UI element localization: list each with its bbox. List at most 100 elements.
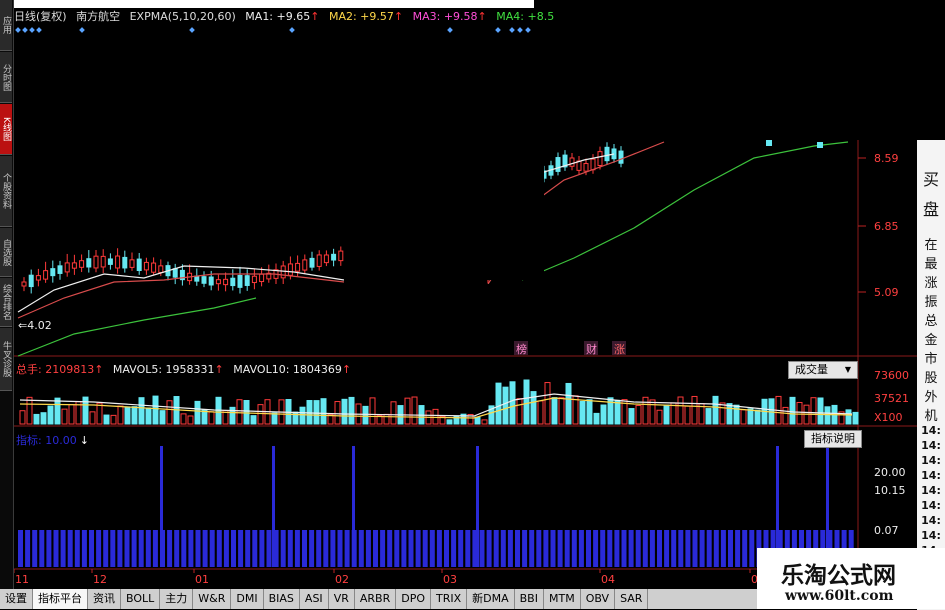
volume-bar (600, 404, 607, 425)
volume-bar (593, 412, 600, 425)
right-panel-label: 机 (924, 409, 938, 424)
sidebar-tab[interactable]: 综合排名 (0, 278, 12, 327)
indicator-bar (387, 530, 393, 567)
bottom-tab[interactable]: SAR (615, 589, 649, 609)
sidebar-tab[interactable]: K线图 (0, 104, 12, 155)
top-toolbar-strip (14, 0, 534, 8)
volume-bar (236, 399, 243, 425)
bottom-tab[interactable]: 新DMA (467, 589, 515, 609)
bottom-tab[interactable]: W&R (193, 589, 232, 609)
volume-bar (369, 397, 376, 425)
candle-body (79, 260, 85, 268)
total-volume-label: 总手: 2109813 (16, 363, 95, 376)
bottom-tab[interactable]: DPO (396, 589, 431, 609)
event-marker: 涨 (614, 343, 625, 356)
sidebar-tab[interactable]: 分时图 (0, 52, 12, 103)
right-panel-time: 14: (921, 514, 941, 527)
indicator-bar (586, 530, 591, 567)
indicator-bar (664, 530, 670, 567)
event-marker: 榜 (516, 342, 527, 356)
occluded-region (269, 284, 689, 298)
bottom-tab[interactable]: 资讯 (88, 589, 121, 609)
bottom-tab[interactable]: BIAS (264, 589, 300, 609)
indicator-bar (436, 530, 442, 567)
sidebar-tab[interactable]: 个股资料 (0, 156, 12, 227)
indicator-help-button[interactable]: 指标说明 (804, 430, 862, 448)
volume-bar (54, 397, 61, 425)
bottom-tab[interactable]: ARBR (355, 589, 397, 609)
candle-body (287, 263, 293, 276)
indicator-value-label: 指标: 10.00 (16, 434, 77, 447)
volume-bar (432, 408, 439, 425)
right-panel-time: 14: (921, 529, 941, 542)
volume-bar (614, 399, 621, 425)
indicator-bar (216, 530, 222, 567)
indicator-bar (74, 530, 80, 567)
indicator-bar (259, 530, 265, 567)
volume-legend: 总手: 2109813↑ MAVOL5: 1958331↑ MAVOL10: 1… (16, 363, 352, 376)
bottom-tab[interactable]: BBI (515, 589, 544, 609)
date-axis-label: 04 (601, 573, 615, 586)
volume-bar (320, 398, 327, 425)
indicator-spike (272, 446, 275, 567)
indicator-bar (543, 530, 549, 567)
volume-bar (677, 396, 684, 425)
volume-bar (243, 400, 250, 425)
indicator-bar (578, 530, 584, 567)
volume-bar (89, 411, 96, 425)
indicator-bar (67, 530, 73, 567)
volume-bar (663, 404, 670, 425)
bottom-tab[interactable]: OBV (581, 589, 616, 609)
marker-diamond (289, 27, 295, 33)
indicator-bar (103, 530, 109, 567)
volume-bar (348, 396, 355, 425)
bottom-tab[interactable]: DMI (231, 589, 264, 609)
candle-body (208, 276, 214, 286)
bottom-tab[interactable]: 主力 (160, 589, 194, 609)
candle-body (316, 254, 322, 267)
date-axis-label: 01 (195, 573, 209, 586)
volume-bar (509, 381, 516, 425)
volume-bar (250, 415, 257, 425)
volume-selector[interactable]: 成交量 ▼ (788, 361, 858, 379)
indicator-bar (18, 530, 23, 567)
candle-body (151, 262, 157, 273)
bottom-tab[interactable]: VR (329, 589, 355, 609)
sidebar-tab[interactable]: 自选股 (0, 228, 12, 277)
indicator-bar (415, 530, 421, 567)
right-panel-label: 总 (924, 314, 938, 329)
indicator-bar (607, 530, 613, 567)
sidebar-tab[interactable]: 牛叉诊股 (0, 328, 12, 391)
indicator-bar (657, 530, 662, 567)
candle-body (555, 157, 561, 172)
bottom-tab[interactable]: BOLL (121, 589, 161, 609)
bottom-tab[interactable]: ASI (300, 589, 329, 609)
bottom-tab[interactable]: TRIX (431, 589, 468, 609)
volume-bar (635, 404, 642, 425)
indicator-bar (500, 530, 506, 567)
indicator-bar (252, 530, 258, 567)
volume-bar (180, 413, 187, 425)
candle-body (259, 273, 265, 283)
indicator-bar (287, 530, 293, 567)
bottom-tab[interactable]: MTM (544, 589, 581, 609)
volume-bar (194, 400, 201, 425)
indicator-bar (358, 530, 364, 567)
bottom-tab[interactable]: 设置 (0, 589, 33, 609)
dropdown-arrow-icon: ▼ (844, 365, 851, 374)
low-price-mark: ⇐4.02 (18, 319, 52, 332)
volume-bar (117, 405, 124, 425)
volume-bar (383, 413, 390, 425)
stock-chart[interactable]: 8.59 6.85 5.09 ⇐4.02 榜 财 涨 73600 37521 X100 20.00 1… (14, 22, 917, 589)
volume-bar (68, 404, 75, 425)
sidebar-tab[interactable]: 应用 (0, 0, 12, 51)
indicator-bar (96, 530, 102, 567)
indicator-bar (522, 530, 528, 567)
candle-body (215, 279, 221, 285)
right-panel-label: 股 (924, 371, 938, 386)
indicator-bar (223, 530, 229, 567)
candle-body (122, 256, 128, 269)
indicator-bar (465, 530, 471, 567)
bottom-tab[interactable]: 指标平台 (33, 589, 88, 609)
volume-bar (299, 406, 306, 425)
